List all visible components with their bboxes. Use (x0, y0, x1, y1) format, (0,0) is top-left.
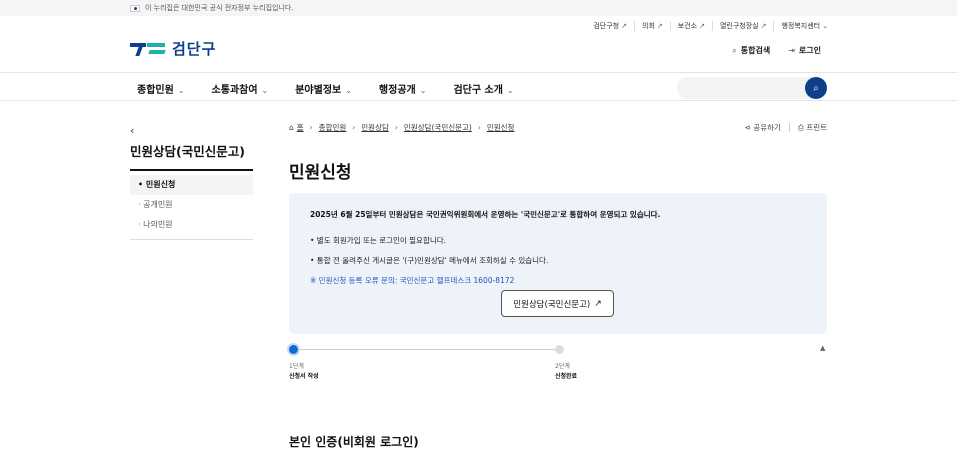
integrated-search-link[interactable]: ⌕ 통합검색 (732, 45, 770, 56)
external-link-icon: ↗ (699, 22, 705, 30)
korea-flag-icon (130, 4, 140, 12)
step-indicator: 1단계 신청서 작성 2단계 신청완료 (289, 344, 579, 384)
logo-text: 검단구 (172, 40, 217, 58)
utility-link-community-center[interactable]: 행정복지센터 ⌄ (773, 21, 835, 31)
home-icon: ⌂ (289, 123, 294, 132)
step-dot (555, 345, 564, 354)
notice-line: • 별도 회원가입 또는 로그인이 필요합니다. (310, 236, 447, 245)
external-link-icon: ↗ (656, 22, 663, 30)
global-nav: 종합민원 ⌄ 소통과참여 ⌄ 분야별정보 ⌄ 행정공개 ⌄ 검단구 소개 ⌄ ⌕ (0, 72, 957, 101)
breadcrumb: ⌂ 홈 › 종합민원 › 민원상담 › 민원상담(국민신문고) › 민원신청 (289, 122, 515, 133)
share-button[interactable]: ⋖ 공유하기 (745, 122, 781, 133)
print-button[interactable]: ⎙ 프린트 (798, 122, 827, 133)
logo-mark-icon (130, 41, 168, 57)
page-title: 민원신청 (289, 163, 352, 183)
step-2: 2단계 신청완료 (555, 363, 578, 380)
utility-link-council[interactable]: 의회 ↗ (634, 21, 670, 31)
share-tools: ⋖ 공유하기 ⎙ 프린트 (745, 122, 827, 133)
scroll-up-arrow-icon[interactable]: ▲ (820, 344, 825, 352)
chevron-down-icon: ⌄ (506, 86, 514, 95)
breadcrumb-current[interactable]: 민원신청 (487, 122, 515, 133)
chevron-down-icon: ⌄ (822, 22, 828, 30)
gov-banner: 이 누리집은 대한민국 공식 전자정부 누리집입니다. (0, 0, 957, 16)
search-icon: ⌕ (732, 46, 737, 55)
gnb-item-civil-service[interactable]: 종합민원 ⌄ (137, 81, 185, 96)
site-logo[interactable]: 검단구 (130, 38, 216, 59)
notice-contact: ※ 민원신청 등록 오류 문의: 국민신문고 헬프데스크 1600-8172 (310, 276, 515, 285)
external-link-icon: ↗ (594, 298, 602, 309)
chevron-down-icon: ⌄ (177, 86, 185, 95)
external-link-icon: ↗ (760, 22, 767, 30)
utility-link-health-center[interactable]: 보건소 ↗ (669, 21, 712, 31)
sinmungo-button[interactable]: 민원상담(국민신문고) ↗ (501, 290, 614, 317)
login-icon: ⇥ (788, 46, 795, 55)
sidebar-title: 민원상담(국민신문고) (130, 141, 253, 171)
notice-title: 2025년 6월 25일부터 민원상담은 국민권익위원회에서 운영하는 '국민신… (310, 210, 661, 219)
notice-line: • 통합 전 올려주신 게시글은 '(구)민원상담' 메뉴에서 조회하실 수 있… (310, 256, 549, 265)
gnb-item-administration[interactable]: 행정공개 ⌄ (379, 81, 427, 96)
step-1: 1단계 신청서 작성 (289, 363, 319, 380)
share-icon: ⋖ (744, 123, 754, 132)
search-input[interactable]: ⌕ (677, 77, 827, 99)
search-button[interactable]: ⌕ (805, 77, 827, 99)
sidebar-item-mine[interactable]: · 나의민원 (130, 215, 253, 235)
gnb-item-communication[interactable]: 소통과참여 ⌄ (212, 81, 269, 96)
chevron-down-icon: ⌄ (419, 86, 427, 95)
utility-link-district-office[interactable]: 검단구청 ↗ (586, 21, 634, 31)
sidebar-item-apply[interactable]: • 민원신청 (130, 175, 253, 195)
breadcrumb-item[interactable]: 종합민원 (319, 122, 347, 133)
chevron-down-icon: ⌄ (345, 86, 352, 95)
breadcrumb-item[interactable]: 민원상담(국민신문고) (404, 122, 472, 133)
top-actions: ⌕ 통합검색 ⇥ 로그인 (732, 45, 821, 56)
search-icon: ⌕ (813, 82, 819, 94)
external-link-icon: ↗ (621, 22, 627, 30)
section-title: 본인 인증(비회원 로그인) (289, 435, 419, 449)
breadcrumb-home[interactable]: 홈 (297, 122, 304, 133)
notice-box: 2025년 6월 25일부터 민원상담은 국민권익위원회에서 운영하는 '국민신… (289, 193, 827, 334)
breadcrumb-item[interactable]: 민원상담 (361, 122, 389, 133)
gnb-item-about[interactable]: 검단구 소개 ⌄ (453, 81, 513, 96)
gnb-item-field-info[interactable]: 분야별정보 ⌄ (295, 81, 352, 96)
back-chevron-icon[interactable]: ‹ (130, 124, 253, 137)
login-link[interactable]: ⇥ 로그인 (788, 45, 821, 56)
chevron-down-icon: ⌄ (261, 86, 269, 95)
sidebar: ‹ 민원상담(국민신문고) • 민원신청 · 공개민원 · 나의민원 (130, 124, 253, 240)
utility-links: 검단구청 ↗ 의회 ↗ 보건소 ↗ 열린구청장실 ↗ 행정복지센터 ⌄ (586, 20, 835, 32)
sidebar-item-public[interactable]: · 공개민원 (130, 195, 253, 215)
utility-link-mayor-office[interactable]: 열린구청장실 ↗ (711, 21, 774, 31)
gov-banner-text: 이 누리집은 대한민국 공식 전자정부 누리집입니다. (145, 4, 294, 12)
step-dot-active (289, 345, 298, 354)
